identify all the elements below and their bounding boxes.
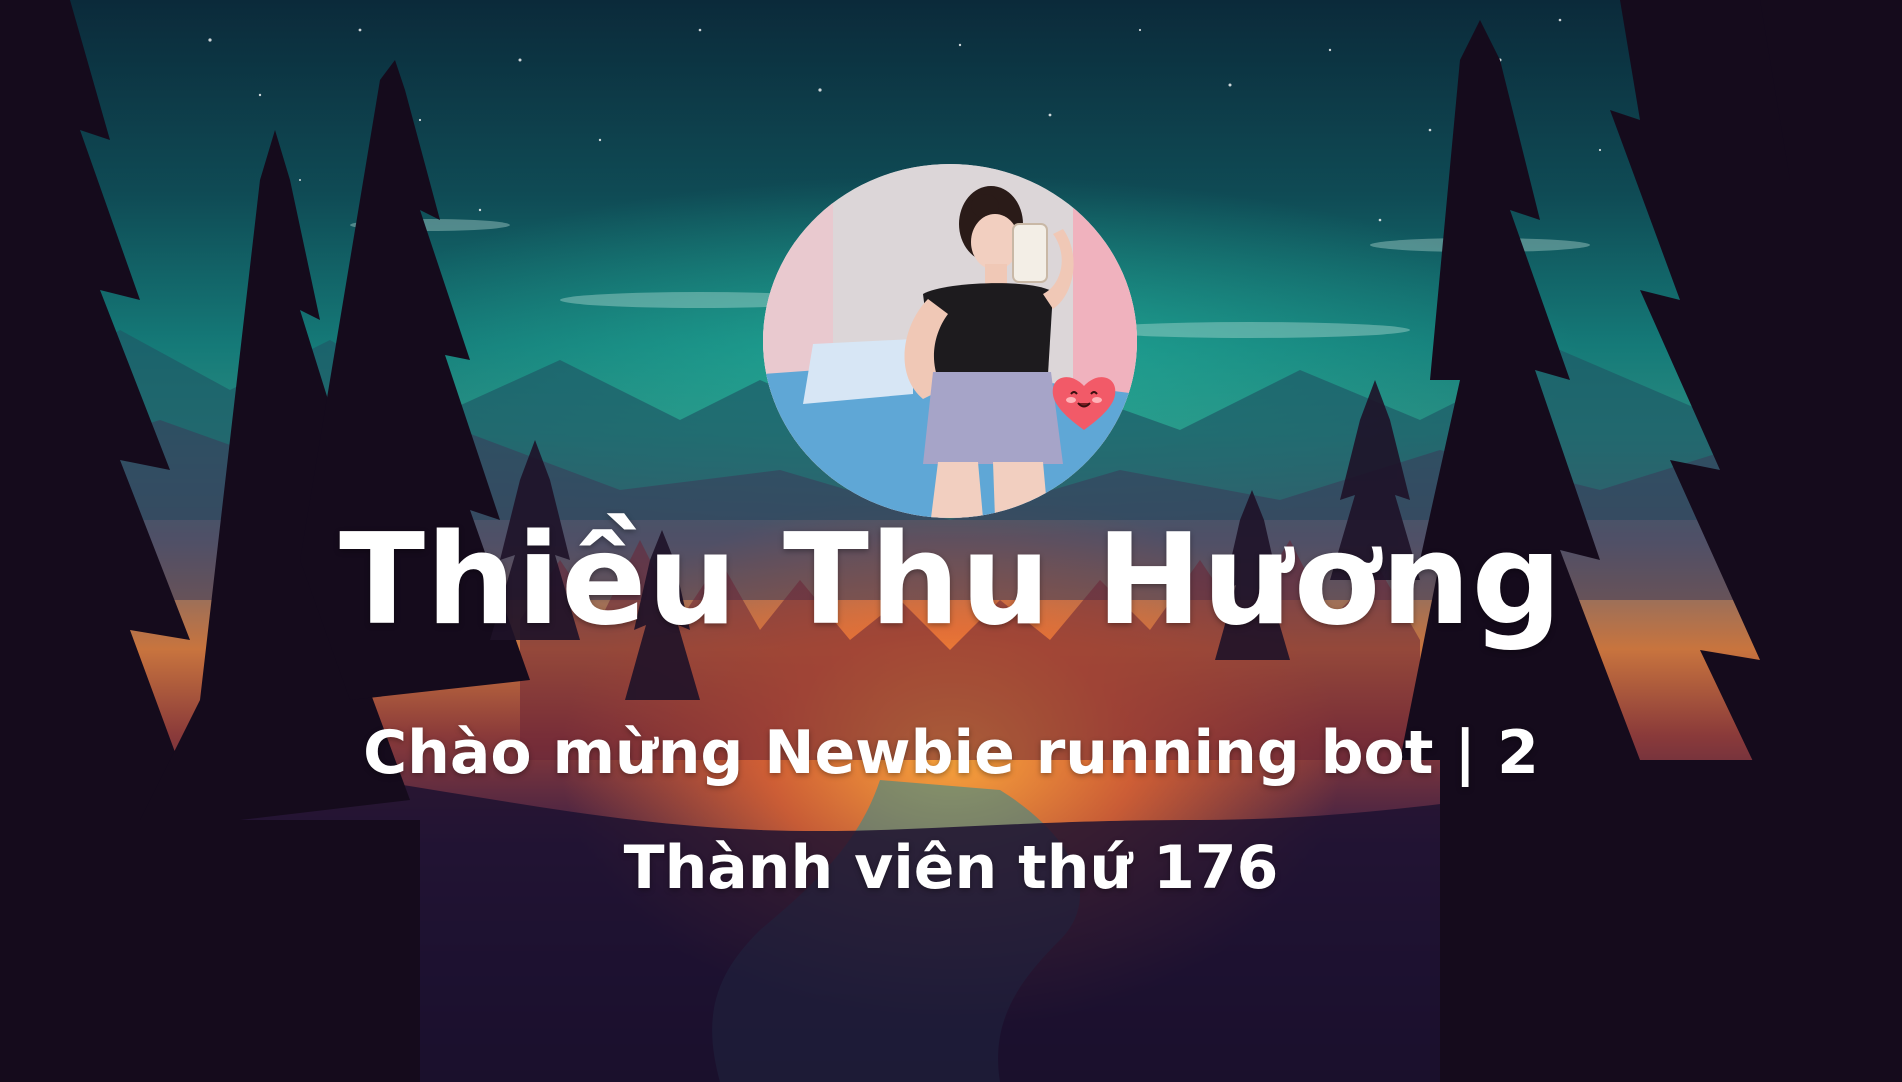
avatar [763, 164, 1137, 518]
welcome-text: Chào mừng Newbie running bot | 2 [363, 718, 1539, 788]
avatar-photo [763, 164, 1137, 518]
member-count-text: Thành viên thứ 176 [623, 833, 1279, 903]
display-name: Thiều Thu Hương [339, 506, 1563, 653]
heart-face-icon [1052, 377, 1116, 430]
welcome-card: Thiều Thu Hương Chào mừng Newbie running… [0, 0, 1902, 1082]
